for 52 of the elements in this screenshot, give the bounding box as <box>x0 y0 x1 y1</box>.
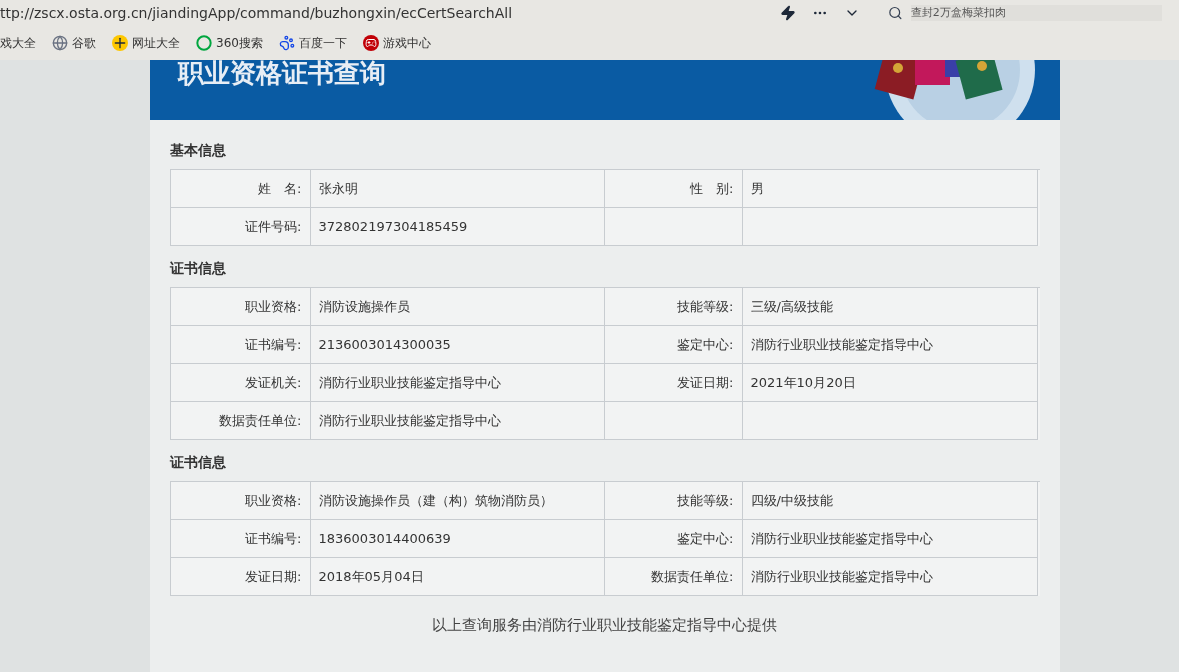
bookmark[interactable]: 谷歌 <box>52 34 96 52</box>
value-cell: 1836003014400639 <box>310 520 605 558</box>
value-cell: 消防行业职业技能鉴定指导中心 <box>310 402 605 440</box>
value-cell: 2136003014300035 <box>310 326 605 364</box>
value-cell: 张永明 <box>310 170 605 208</box>
globe-icon <box>52 35 68 51</box>
label-cell: 发证机关: <box>170 364 311 402</box>
label-cell: 证书编号: <box>170 520 311 558</box>
section-title: 证书信息 <box>169 259 227 278</box>
search-field[interactable]: 查封2万盒梅菜扣肉 <box>910 4 1162 22</box>
label-cell: 发证日期: <box>604 364 743 402</box>
value-cell: 四级/中级技能 <box>742 482 1038 520</box>
section-title: 证书信息 <box>169 453 227 472</box>
search-icon[interactable] <box>888 5 903 21</box>
label-cell: 数据责任单位: <box>170 402 311 440</box>
label-cell: 鉴定中心: <box>604 326 743 364</box>
gamepad-icon <box>362 35 379 51</box>
value-cell: 消防设施操作员 <box>310 288 605 326</box>
value-cell: 三级/高级技能 <box>742 288 1038 326</box>
value-cell: 消防行业职业技能鉴定指导中心 <box>742 558 1038 596</box>
value-cell: 消防设施操作员（建（构）筑物消防员） <box>310 482 605 520</box>
footer-note: 以上查询服务由消防行业职业技能鉴定指导中心提供 <box>432 615 777 636</box>
ring-icon <box>196 35 212 51</box>
value-cell: 2018年05月04日 <box>310 558 605 596</box>
value-cell: 372802197304185459 <box>310 208 605 246</box>
section-title: 基本信息 <box>169 141 227 160</box>
paw-icon <box>278 35 295 51</box>
label-cell: 职业资格: <box>170 482 311 520</box>
label-cell: 鉴定中心: <box>604 520 743 558</box>
label-cell: 证书编号: <box>170 326 311 364</box>
bookmark[interactable]: 游戏中心 <box>362 34 431 52</box>
bookmark[interactable]: 百度一下 <box>278 34 347 52</box>
label-cell: 性 别: <box>604 170 743 208</box>
page-title: 职业资格证书查询 <box>177 60 386 86</box>
value-cell: 男 <box>742 170 1038 208</box>
value-cell: 消防行业职业技能鉴定指导中心 <box>310 364 605 402</box>
label-cell: 数据责任单位: <box>604 558 743 596</box>
label-cell: 姓 名: <box>170 170 311 208</box>
label-cell: 技能等级: <box>604 288 743 326</box>
plus-icon <box>112 35 128 51</box>
bookmark[interactable]: 网址大全 <box>112 34 180 52</box>
value-cell: 消防行业职业技能鉴定指导中心 <box>742 326 1038 364</box>
label-cell: 职业资格: <box>170 288 311 326</box>
value-cell: 2021年10月20日 <box>742 364 1038 402</box>
bookmark[interactable]: 戏大全 <box>0 34 36 52</box>
label-cell: 证件号码: <box>170 208 311 246</box>
address-url[interactable]: ttp://zscx.osta.org.cn/jiandingApp/command/buzhongxin/ecCertSearchAll <box>0 2 780 24</box>
bookmark[interactable]: 360搜索 <box>196 34 263 52</box>
lightning-icon[interactable] <box>780 5 796 21</box>
label-cell: 发证日期: <box>170 558 311 596</box>
label-cell: 技能等级: <box>604 482 743 520</box>
value-cell: 消防行业职业技能鉴定指导中心 <box>742 520 1038 558</box>
